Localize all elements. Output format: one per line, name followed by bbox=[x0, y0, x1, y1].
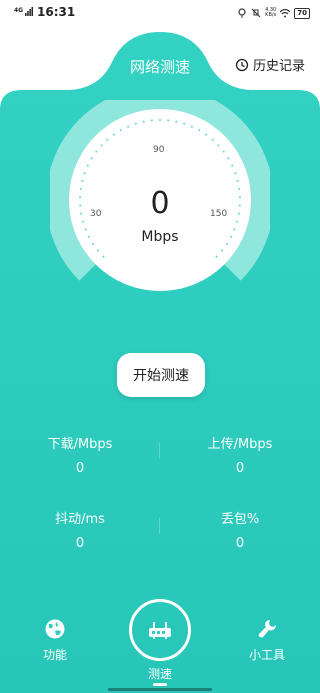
loss-value: 0 bbox=[235, 536, 245, 551]
nav-tools-label: 小工具 bbox=[248, 648, 285, 662]
nav-item-tools[interactable]: 小工具 bbox=[242, 618, 292, 663]
tick-dot bbox=[205, 133, 208, 136]
tick-dot bbox=[217, 144, 220, 147]
home-indicator bbox=[108, 688, 212, 691]
history-button[interactable]: 历史记录 bbox=[235, 55, 305, 74]
download-value: 0 bbox=[75, 461, 85, 476]
tick-dot bbox=[211, 138, 214, 141]
speed-unit: Mbps bbox=[141, 229, 179, 245]
download-label: 下载/Mbps bbox=[47, 437, 113, 452]
location-icon bbox=[238, 8, 246, 18]
wrench-icon bbox=[258, 620, 276, 638]
tick-dot bbox=[142, 120, 145, 123]
jitter-label: 抖动/ms bbox=[55, 512, 105, 527]
net-speed: 4.30 KB/s bbox=[265, 7, 277, 18]
router-icon bbox=[149, 622, 171, 639]
clock: 16:31 bbox=[37, 5, 76, 19]
tick-dot bbox=[227, 157, 230, 160]
tick-dot bbox=[159, 119, 161, 121]
tick-dot bbox=[175, 120, 178, 123]
status-bar: 4G 16:31 4.30 KB/s 70 bbox=[0, 0, 320, 26]
wifi-icon bbox=[280, 8, 291, 18]
tick-dot bbox=[102, 255, 105, 258]
download-stat: 下载/Mbps 0 bbox=[20, 433, 140, 476]
nav-functions-label: 功能 bbox=[42, 648, 67, 662]
globe-icon bbox=[45, 619, 65, 639]
tick-dot bbox=[100, 144, 103, 147]
history-label: 历史记录 bbox=[252, 59, 305, 74]
tick-dot bbox=[190, 125, 193, 128]
upload-label: 上传/Mbps bbox=[207, 437, 273, 452]
upload-value: 0 bbox=[235, 461, 245, 476]
nav-item-speedtest[interactable] bbox=[129, 599, 191, 661]
tick-dot bbox=[119, 129, 122, 132]
jitter-stat: 抖动/ms 0 bbox=[20, 508, 140, 551]
tick-dot bbox=[167, 119, 170, 122]
start-test-button[interactable]: 开始测速 bbox=[117, 353, 205, 397]
tick-dot bbox=[236, 180, 239, 183]
tick-dot bbox=[112, 133, 115, 136]
loss-stat: 丢包% 0 bbox=[180, 508, 300, 551]
signal-icon bbox=[25, 7, 33, 16]
loss-label: 丢包% bbox=[220, 512, 260, 527]
tick-dot bbox=[81, 180, 84, 183]
upload-stat: 上传/Mbps 0 bbox=[180, 433, 300, 476]
nav-item-functions[interactable]: 功能 bbox=[30, 618, 80, 663]
bottom-nav: 功能 测速 小工具 bbox=[0, 585, 320, 693]
tick-dot bbox=[231, 164, 234, 167]
clock-icon bbox=[235, 58, 249, 71]
tick-dot bbox=[83, 172, 86, 175]
jitter-value: 0 bbox=[75, 536, 85, 551]
tick-dot bbox=[90, 157, 93, 160]
tick-dot bbox=[134, 122, 137, 125]
nav-speedtest-label: 测速 bbox=[147, 667, 172, 681]
tick-dot bbox=[106, 138, 109, 141]
mute-icon bbox=[251, 8, 261, 18]
active-indicator bbox=[153, 683, 167, 686]
tick-dot bbox=[215, 255, 218, 258]
stat-divider bbox=[159, 443, 160, 459]
tick-dot bbox=[222, 150, 225, 153]
tick-dot bbox=[150, 119, 153, 122]
tick-dot bbox=[86, 164, 89, 167]
tick-dot bbox=[221, 249, 224, 252]
tick-dot bbox=[234, 172, 237, 175]
battery-indicator: 70 bbox=[294, 7, 310, 19]
tick-dot bbox=[183, 122, 186, 125]
tick-dot bbox=[95, 150, 98, 153]
tick-dot bbox=[96, 249, 99, 252]
tick-dot bbox=[127, 125, 130, 128]
network-type: 4G bbox=[14, 7, 24, 14]
tick-dot bbox=[198, 129, 201, 132]
tick-label-90: 90 bbox=[153, 145, 165, 155]
speed-value: 0 bbox=[150, 186, 170, 221]
stat-divider bbox=[159, 518, 160, 534]
